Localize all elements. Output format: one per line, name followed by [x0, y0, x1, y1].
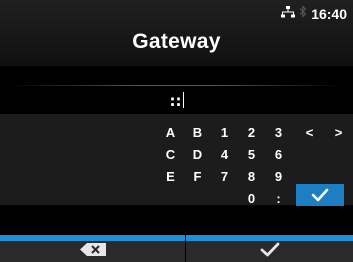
key-c[interactable]: C	[160, 145, 181, 165]
key-7[interactable]: 7	[214, 167, 235, 187]
confirm-button[interactable]	[186, 241, 353, 262]
key-d[interactable]: D	[187, 145, 208, 165]
backspace-icon	[79, 242, 106, 261]
bluetooth-icon	[299, 5, 311, 23]
bottom-divider	[185, 235, 186, 262]
key-6[interactable]: 6	[268, 145, 289, 165]
key-0[interactable]: 0	[241, 189, 262, 209]
lan-icon	[281, 5, 299, 23]
key-colon[interactable]: :	[268, 189, 289, 209]
key-4[interactable]: 4	[214, 145, 235, 165]
page-title: Gateway	[132, 30, 221, 53]
input-value: ::	[169, 92, 182, 110]
key-b[interactable]: B	[187, 123, 208, 143]
header: Gateway 16:40	[0, 0, 353, 66]
key-1[interactable]: 1	[214, 123, 235, 143]
key-2[interactable]: 2	[241, 123, 262, 143]
input-divider	[8, 85, 345, 86]
key-a[interactable]: A	[160, 123, 181, 143]
clock: 16:40	[311, 6, 347, 22]
key-cursor-left[interactable]: <	[299, 123, 320, 143]
backspace-button[interactable]	[0, 241, 185, 262]
keypad: A B 1 2 3 < > C D 4 5 6 E F 7 8 9 0 :	[0, 114, 353, 206]
key-8[interactable]: 8	[241, 167, 262, 187]
key-e[interactable]: E	[160, 167, 181, 187]
status-area: 16:40	[281, 5, 347, 23]
key-3[interactable]: 3	[268, 123, 289, 143]
check-icon	[311, 188, 329, 205]
check-icon	[260, 242, 280, 262]
bottom-bar	[0, 241, 353, 262]
key-cursor-right[interactable]: >	[328, 123, 349, 143]
key-9[interactable]: 9	[268, 167, 289, 187]
input-field[interactable]: ::	[0, 68, 353, 114]
gateway-input-screen: Gateway 16:40 :: A B 1 2 3 < > C D 4 5 6…	[0, 0, 353, 262]
text-cursor	[182, 92, 184, 108]
input-value-display: ::	[0, 92, 353, 110]
key-5[interactable]: 5	[241, 145, 262, 165]
key-f[interactable]: F	[187, 167, 208, 187]
keypad-ok-button[interactable]	[296, 184, 344, 206]
